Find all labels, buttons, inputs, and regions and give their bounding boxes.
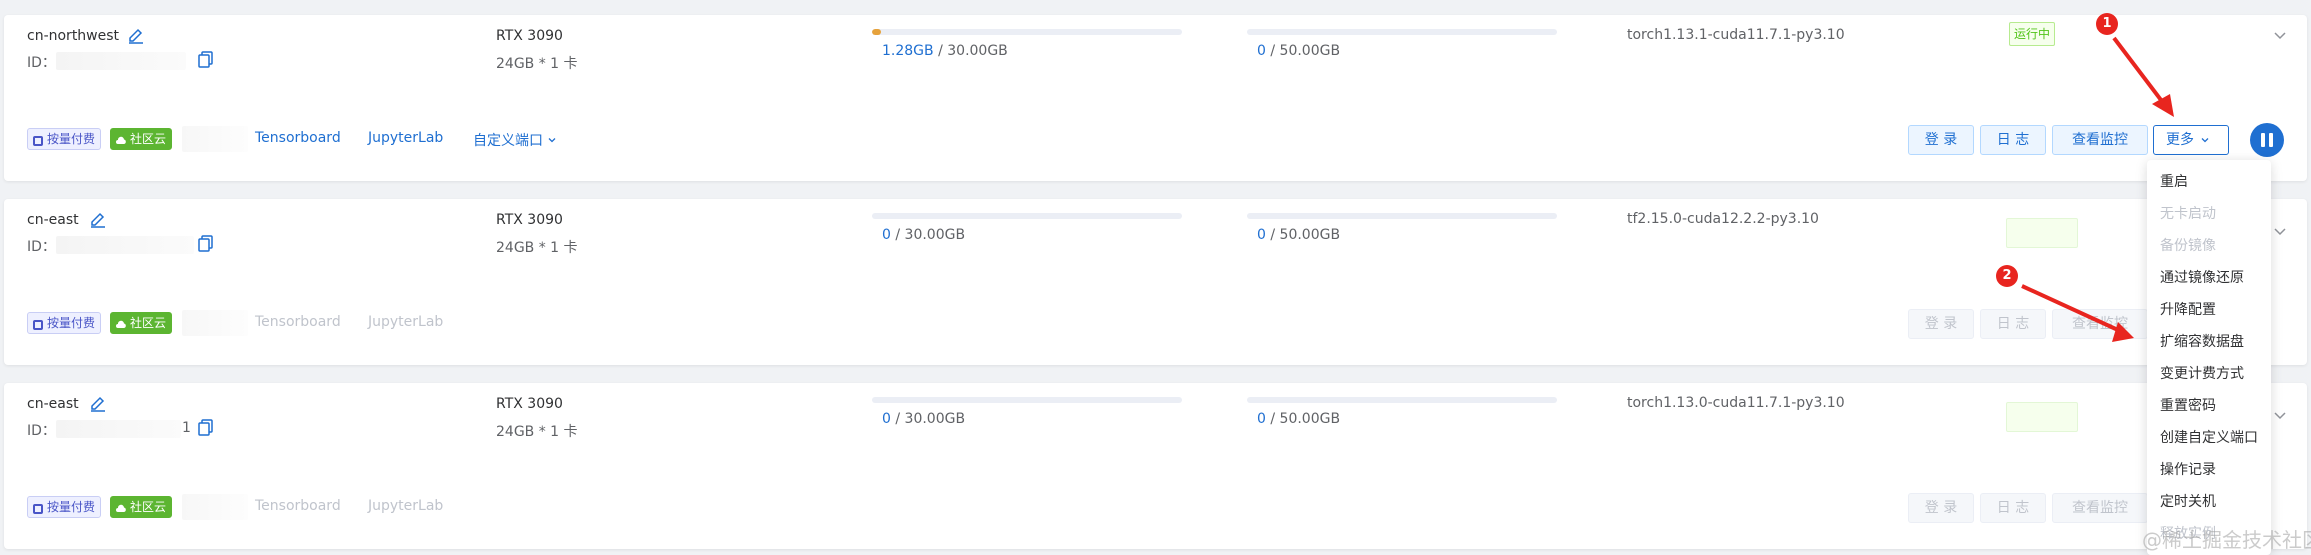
annotation-marker-1: 1 <box>2096 13 2118 35</box>
watermark: @稀土掘金技术社区 <box>2142 528 2311 552</box>
annotation-arrowhead-1 <box>2152 94 2174 117</box>
annotation-arrow-2 <box>2021 284 2119 332</box>
annotation-arrow-1 <box>2112 36 2166 106</box>
annotation-marker-2: 2 <box>1996 265 2018 287</box>
annotation-arrows <box>2021 36 2174 342</box>
annotation-arrowhead-2 <box>2112 322 2134 342</box>
